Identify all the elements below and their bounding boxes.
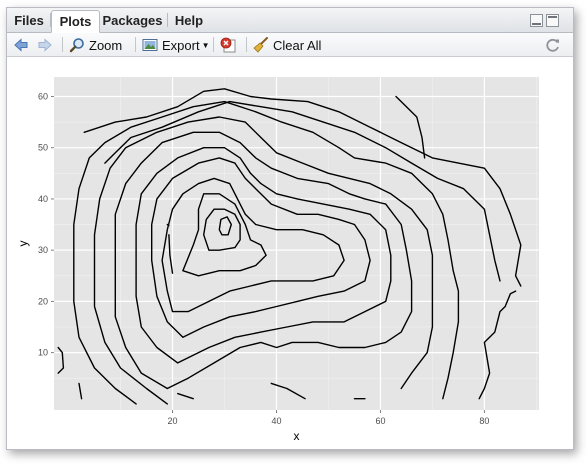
tab-files[interactable]: Files: [9, 10, 49, 31]
toolbar-separator: [135, 37, 136, 52]
y-axis-label: y: [16, 241, 30, 247]
y-tick-label: 60: [38, 91, 48, 101]
refresh-button[interactable]: [545, 36, 565, 54]
forward-button[interactable]: [37, 36, 57, 54]
y-tick-label: 40: [38, 194, 48, 204]
x-tick-label: 60: [375, 416, 385, 426]
contour-line: [166, 223, 170, 227]
zoom-button[interactable]: Zoom: [69, 36, 122, 54]
maximize-pane-icon[interactable]: [546, 14, 559, 27]
contour-plot: 20 40 60 80 10 20 30 40 50 60 x y: [16, 77, 539, 443]
x-tick-label: 20: [168, 416, 178, 426]
tab-bar: Files Plots Packages Help: [7, 8, 573, 33]
chevron-down-icon: ▼: [201, 40, 210, 50]
tab-packages[interactable]: Packages: [99, 10, 166, 31]
tab-help[interactable]: Help: [168, 10, 210, 31]
export-image-icon: [142, 39, 158, 51]
x-axis-label: x: [294, 429, 300, 443]
toolbar-separator: [213, 37, 214, 52]
clear-all-label: Clear All: [273, 37, 322, 53]
refresh-icon: [546, 38, 559, 52]
forward-arrow-icon: [38, 38, 52, 52]
tab-packages-label: Packages: [102, 13, 163, 28]
zoom-icon: [69, 38, 84, 53]
toolbar-separator: [246, 37, 247, 52]
plot-viewer: 20 40 60 80 10 20 30 40 50 60 x y: [7, 57, 573, 449]
tab-plots[interactable]: Plots: [51, 10, 100, 33]
minimize-pane-icon[interactable]: [530, 14, 543, 27]
y-tick-label: 10: [38, 348, 48, 358]
toolbar-separator: [62, 37, 63, 52]
export-label: Export: [162, 37, 200, 53]
back-arrow-icon: [14, 38, 28, 52]
tab-help-label: Help: [174, 13, 204, 28]
clear-all-button[interactable]: Clear All: [253, 36, 321, 54]
broom-icon: [253, 37, 268, 53]
y-tick-label: 50: [38, 143, 48, 153]
plots-toolbar: Zoom Export ▼ Clear All: [7, 33, 573, 57]
zoom-label: Zoom: [89, 37, 123, 53]
export-menu-button[interactable]: Export ▼: [142, 36, 210, 54]
remove-plot-icon: [220, 37, 236, 53]
x-tick-label: 40: [271, 416, 281, 426]
plots-pane: Files Plots Packages Help Zoom Export ▼ …: [6, 7, 574, 450]
y-tick-label: 30: [38, 245, 48, 255]
y-tick-label: 20: [38, 296, 48, 306]
x-tick-label: 80: [479, 416, 489, 426]
back-button[interactable]: [13, 36, 33, 54]
tab-files-label: Files: [14, 13, 44, 28]
remove-plot-button[interactable]: [220, 36, 240, 54]
tab-plots-label: Plots: [59, 14, 92, 29]
